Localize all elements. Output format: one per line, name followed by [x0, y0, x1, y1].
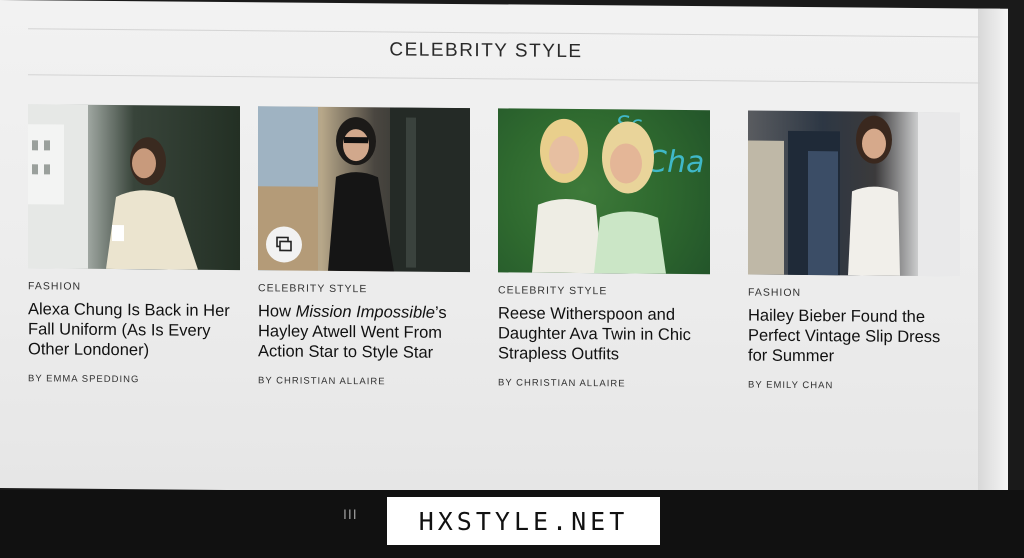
section-divider-bottom	[28, 74, 980, 84]
article-category[interactable]: CELEBRITY STYLE	[258, 282, 470, 296]
gallery-badge[interactable]	[266, 226, 302, 263]
article-byline[interactable]: BY EMILY CHAN	[748, 380, 960, 393]
article-card-2[interactable]: CELEBRITY STYLE How Mission Impossible’s…	[258, 106, 470, 388]
article-byline[interactable]: BY CHRISTIAN ALLAIRE	[258, 375, 470, 388]
article-category[interactable]: FASHION	[28, 280, 240, 294]
watermark-text: HXSTYLE.NET	[418, 506, 629, 536]
article-image[interactable]	[28, 104, 240, 271]
browser-viewport: CELEBRITY STYLE FASHION Alexa Chung Is B…	[0, 0, 1008, 497]
recent-apps-icon[interactable]: III	[343, 506, 358, 522]
article-category[interactable]: CELEBRITY STYLE	[498, 284, 710, 298]
alexa-chung-photo	[28, 104, 198, 270]
article-byline[interactable]: BY EMMA SPEDDING	[28, 373, 240, 386]
article-image[interactable]	[748, 110, 960, 277]
article-headline[interactable]: Hailey Bieber Found the Perfect Vintage …	[748, 306, 960, 368]
article-byline[interactable]: BY CHRISTIAN ALLAIRE	[498, 377, 710, 390]
article-headline[interactable]: How Mission Impossible’s Hayley Atwell W…	[258, 301, 470, 363]
section-divider-top	[28, 28, 980, 38]
article-card-1[interactable]: FASHION Alexa Chung Is Back in Her Fall …	[28, 104, 240, 386]
article-category[interactable]: FASHION	[748, 287, 960, 301]
article-card-3[interactable]: Sc Cha CELEBRITY STYLE Reese Witherspoon…	[498, 108, 710, 390]
article-card-4[interactable]: FASHION Hailey Bieber Found the Perfect …	[748, 110, 960, 393]
article-headline[interactable]: Reese Witherspoon and Daughter Ava Twin …	[498, 303, 710, 365]
article-image[interactable]: Sc Cha	[498, 108, 710, 275]
hailey-bieber-photo	[748, 112, 960, 277]
reese-witherspoon-photo: Sc Cha	[532, 112, 704, 274]
svg-text:Cha: Cha	[646, 145, 704, 181]
section-title[interactable]: CELEBRITY STYLE	[0, 36, 972, 66]
article-image[interactable]	[258, 106, 470, 273]
headline-italic: Mission Impossible	[295, 302, 435, 322]
gallery-icon	[276, 236, 292, 252]
headline-text: How	[258, 302, 296, 321]
article-headline[interactable]: Alexa Chung Is Back in Her Fall Uniform …	[28, 299, 240, 361]
watermark: HXSTYLE.NET	[387, 497, 660, 545]
scrollbar-edge[interactable]	[978, 8, 1008, 497]
